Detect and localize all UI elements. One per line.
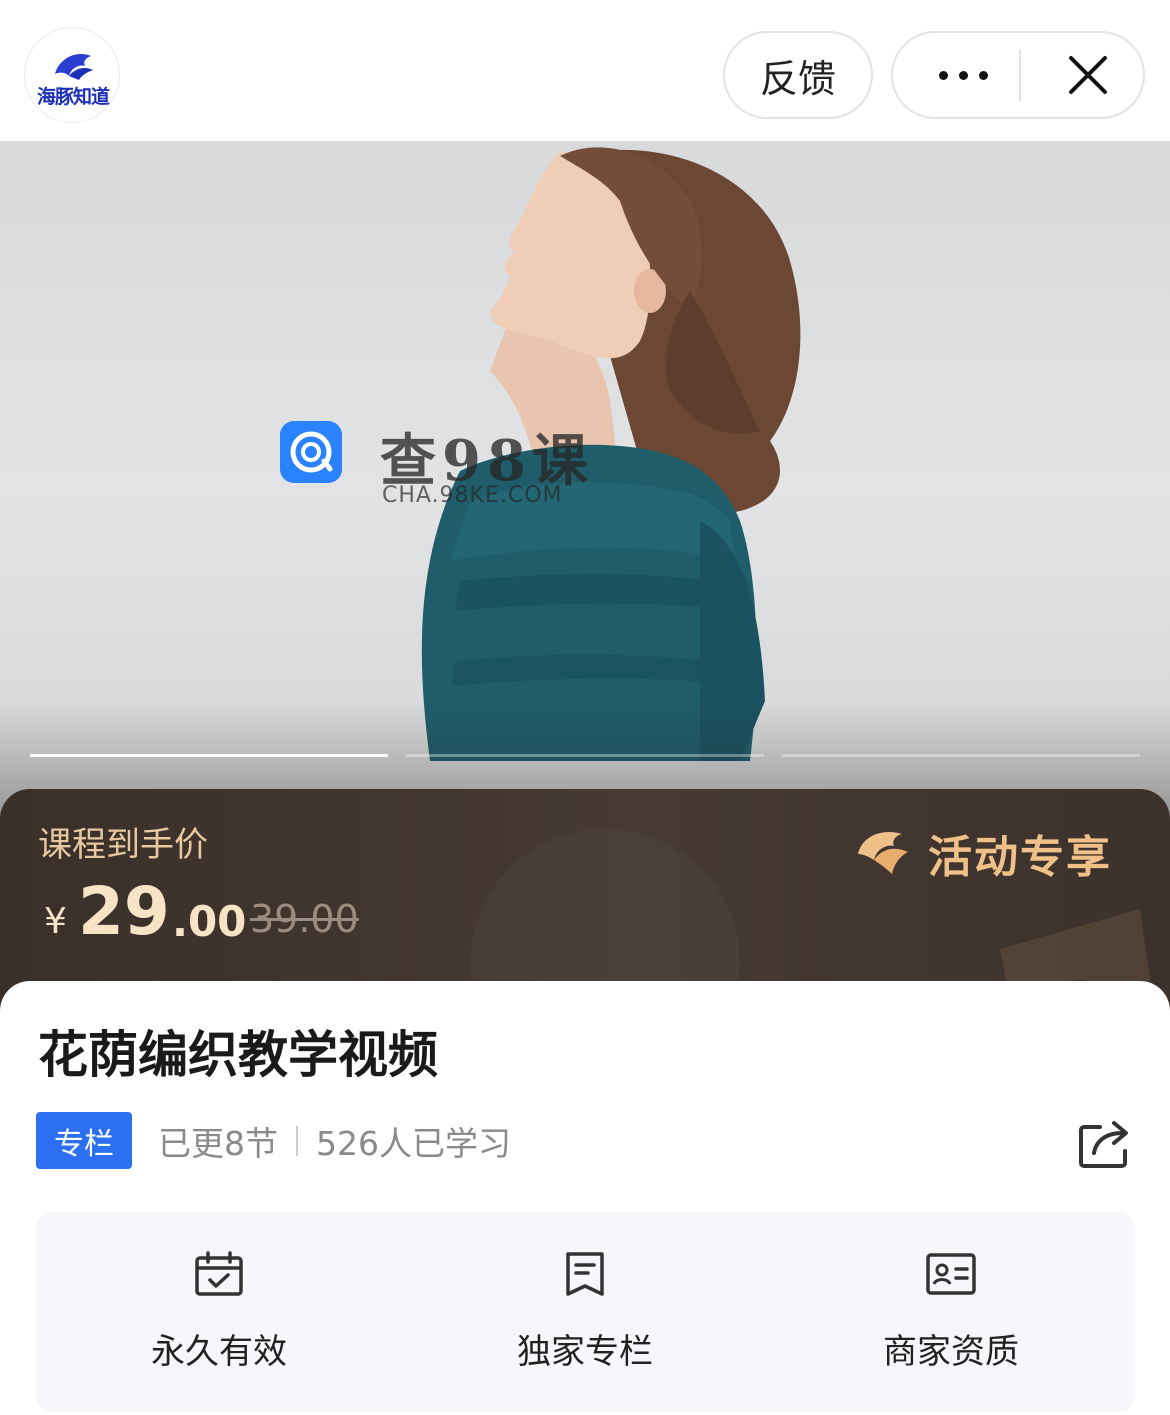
feedback-button[interactable]: 反馈 xyxy=(723,31,873,119)
price-label: 课程到手价 xyxy=(38,825,208,865)
more-dots-icon[interactable] xyxy=(913,33,1013,117)
brand-logo[interactable]: 海豚知道 xyxy=(24,27,120,123)
promo-badge: 活动专享 xyxy=(852,819,1112,887)
course-meta: 已更8节 526人已学习 xyxy=(158,1118,511,1164)
column-tag: 专栏 xyxy=(36,1112,132,1169)
dolphin-promo-icon xyxy=(858,832,908,874)
feature-label: 商家资质 xyxy=(883,1332,1019,1372)
watermark-logo-icon xyxy=(280,421,342,483)
promo-text: 活动专享 xyxy=(928,832,1112,883)
feature-merchant[interactable]: 商家资质 xyxy=(768,1212,1134,1412)
logo-text: 海豚知道 xyxy=(36,86,110,108)
course-title: 花荫编织教学视频 xyxy=(38,1026,438,1084)
meta-divider xyxy=(296,1126,298,1156)
price-currency: ¥ xyxy=(44,901,67,942)
top-bar: 海豚知道 反馈 xyxy=(0,0,1170,141)
id-card-icon xyxy=(926,1253,976,1295)
close-icon[interactable] xyxy=(1043,33,1133,117)
feature-permanent[interactable]: 永久有效 xyxy=(36,1212,402,1412)
carousel-dot-1[interactable] xyxy=(30,754,388,757)
course-info-card: 花荫编织教学视频 专栏 已更8节 526人已学习 永久有效 独家专栏 商家资质 xyxy=(0,981,1170,1415)
price-decimal: .00 xyxy=(172,897,247,946)
carousel-indicators xyxy=(30,754,1140,758)
bookmark-doc-icon xyxy=(566,1252,604,1296)
original-price: 39.00 xyxy=(250,897,359,941)
learner-count: 526人已学习 xyxy=(316,1124,511,1163)
carousel-dot-3[interactable] xyxy=(782,754,1140,757)
update-count: 已更8节 xyxy=(158,1124,278,1163)
calendar-check-icon xyxy=(195,1251,243,1296)
feature-exclusive[interactable]: 独家专栏 xyxy=(402,1212,768,1412)
price-integer: 29 xyxy=(78,873,170,950)
share-icon[interactable] xyxy=(1078,1119,1132,1169)
miniapp-capsule xyxy=(891,31,1145,119)
watermark-subtitle: CHA.98KE.COM xyxy=(382,483,563,508)
feature-label: 独家专栏 xyxy=(517,1332,653,1372)
capsule-divider xyxy=(1019,49,1021,101)
carousel-dot-2[interactable] xyxy=(406,754,764,757)
feature-label: 永久有效 xyxy=(151,1332,287,1372)
feature-strip: 永久有效 独家专栏 商家资质 xyxy=(36,1212,1134,1412)
